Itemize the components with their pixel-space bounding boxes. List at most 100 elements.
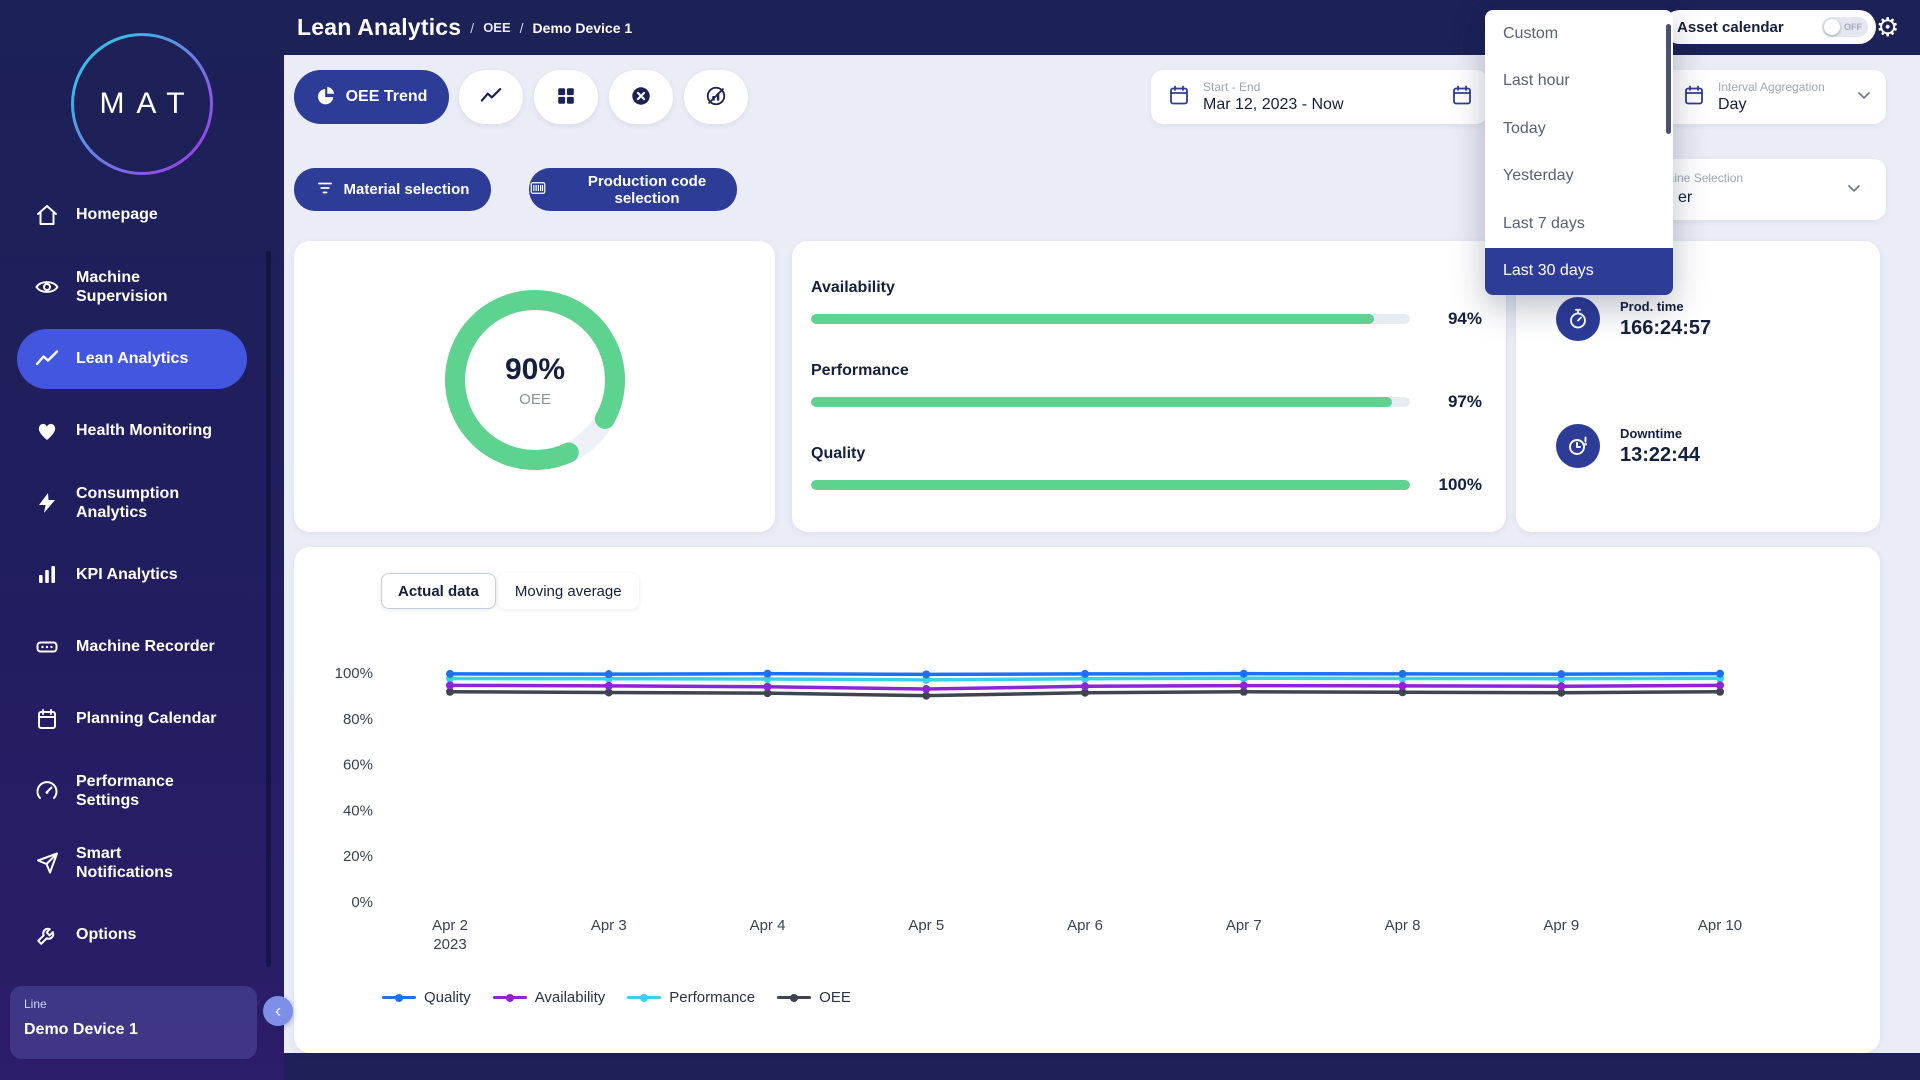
heart-icon	[34, 418, 60, 444]
page-title: Lean Analytics	[297, 14, 461, 41]
sidebar-item-label: KPI Analytics	[76, 565, 178, 584]
y-axis-tick: 20%	[343, 848, 373, 865]
tab-moving-average[interactable]: Moving average	[498, 573, 639, 609]
gauge-text: 90% OEE	[425, 270, 645, 490]
grid-icon	[555, 85, 577, 110]
sidebar-item-label: Health Monitoring	[76, 421, 212, 440]
interval-value: Day	[1718, 96, 1842, 114]
dropdown-option-last-hour[interactable]: Last hour	[1485, 58, 1673, 106]
calendar-icon	[1167, 83, 1191, 112]
series-point-availability	[922, 685, 930, 693]
production-code-selection-button[interactable]: Production code selection	[529, 168, 737, 211]
progress-fill	[811, 397, 1392, 407]
material-selection-button[interactable]: Material selection	[294, 168, 491, 211]
calendar-icon	[34, 706, 60, 732]
no-data-chart-button[interactable]	[684, 70, 748, 124]
y-axis-tick: 60%	[343, 757, 373, 774]
metric-bar-row: 100%	[811, 475, 1482, 495]
sidebar-item-consumption-analytics[interactable]: Consumption Analytics	[0, 467, 284, 539]
sidebar-item-performance-settings[interactable]: Performance Settings	[0, 755, 284, 827]
asset-calendar-toggle[interactable]: OFF	[1822, 17, 1868, 37]
breadcrumb-device[interactable]: Demo Device 1	[533, 20, 633, 36]
grid-view-button[interactable]	[534, 70, 598, 124]
brand-logo: MAT	[71, 33, 213, 175]
series-point-quality	[1557, 670, 1565, 678]
line-view-button[interactable]	[459, 70, 523, 124]
sidebar-item-label: Homepage	[76, 205, 158, 224]
calendar-interval-icon	[1682, 83, 1706, 112]
dropdown-option-custom[interactable]: Custom	[1485, 10, 1673, 58]
chevron-down-icon	[1854, 85, 1874, 110]
interval-aggregation-select[interactable]: Interval Aggregation Day	[1660, 70, 1886, 124]
sidebar-item-machine-recorder[interactable]: Machine Recorder	[0, 611, 284, 683]
dropdown-option-last-30-days[interactable]: Last 30 days	[1485, 248, 1673, 296]
legend-item-availability[interactable]: Availability	[493, 989, 606, 1006]
metric-value: 94%	[1424, 309, 1482, 329]
series-point-quality	[922, 670, 930, 678]
sidebar-item-kpi-analytics[interactable]: KPI Analytics	[0, 539, 284, 611]
downtime-label: Downtime	[1620, 426, 1700, 441]
oee-gauge-card: 90% OEE	[294, 241, 775, 532]
device-card-label: Line	[24, 997, 243, 1011]
device-card-name: Demo Device 1	[24, 1021, 243, 1039]
prod-time-label: Prod. time	[1620, 299, 1711, 314]
metric-value: 100%	[1424, 475, 1482, 495]
bar-chart-icon	[34, 562, 60, 588]
wrench-icon	[34, 922, 60, 948]
dropdown-option-today[interactable]: Today	[1485, 105, 1673, 153]
downtime-clock-icon	[1556, 424, 1600, 468]
x-axis-tick: Apr 5	[908, 917, 944, 934]
x-axis-tick: Apr 7	[1226, 917, 1262, 934]
series-point-quality	[1240, 670, 1248, 678]
legend-item-performance[interactable]: Performance	[627, 989, 755, 1006]
dropdown-scrollbar[interactable]	[1666, 24, 1671, 134]
pie-chart-icon	[316, 85, 336, 110]
sidebar-item-label: Machine Supervision	[76, 268, 218, 306]
dropdown-option-last-7-days[interactable]: Last 7 days	[1485, 200, 1673, 248]
legend-item-quality[interactable]: Quality	[382, 989, 471, 1006]
trend-line-icon	[480, 85, 502, 110]
machine-selection-value: er	[1678, 189, 1692, 207]
chevron-down-icon	[1844, 178, 1864, 203]
chart-tabs: Actual data Moving average	[381, 573, 639, 609]
settings-gear-icon[interactable]: ⚙	[1876, 11, 1899, 43]
breadcrumb-section[interactable]: OEE	[483, 20, 510, 35]
sidebar-item-homepage[interactable]: Homepage	[0, 179, 284, 251]
sidebar-item-options[interactable]: Options	[0, 899, 284, 971]
sidebar-collapse-button[interactable]: ‹	[263, 996, 293, 1026]
progress-track	[811, 397, 1410, 407]
device-card[interactable]: Line Demo Device 1	[10, 986, 257, 1059]
sidebar-item-label: Lean Analytics	[76, 349, 188, 368]
sidebar-scrollbar[interactable]	[266, 251, 271, 967]
sidebar-item-lean-analytics[interactable]: Lean Analytics	[17, 329, 247, 389]
sidebar-item-label: Machine Recorder	[76, 637, 215, 656]
legend-item-oee[interactable]: OEE	[777, 989, 851, 1006]
sidebar-item-machine-supervision[interactable]: Machine Supervision	[0, 251, 284, 323]
date-range-picker[interactable]: Start - End Mar 12, 2023 - Now	[1151, 70, 1488, 124]
metric-bars: Availability94%Performance97%Quality100%	[811, 279, 1482, 495]
sidebar-item-smart-notifications[interactable]: Smart Notifications	[0, 827, 284, 899]
sidebar-item-planning-calendar[interactable]: Planning Calendar	[0, 683, 284, 755]
sidebar-item-label: Smart Notifications	[76, 844, 218, 882]
dropdown-option-yesterday[interactable]: Yesterday	[1485, 153, 1673, 201]
x-axis-tick: Apr 9	[1543, 917, 1579, 934]
x-axis-tick: Apr 6	[1067, 917, 1103, 934]
send-icon	[34, 850, 60, 876]
tab-actual-data[interactable]: Actual data	[381, 573, 496, 609]
progress-fill	[811, 314, 1374, 324]
sidebar-item-health-monitoring[interactable]: Health Monitoring	[0, 395, 284, 467]
close-circle-button[interactable]	[609, 70, 673, 124]
date-range-label: Start - End	[1203, 80, 1438, 94]
oee-trend-button[interactable]: OEE Trend	[294, 70, 449, 124]
series-point-availability	[764, 683, 772, 691]
series-point-quality	[1081, 670, 1089, 678]
asset-calendar-control: Asset calendar OFF	[1663, 10, 1876, 44]
app-root: Lean Analytics / OEE / Demo Device 1 Ass…	[0, 0, 1920, 1080]
legend-label: Availability	[535, 989, 606, 1006]
metric-performance: Performance97%	[811, 362, 1482, 412]
calendar-icon[interactable]	[1450, 83, 1474, 112]
prod-time-row: Prod. time 166:24:57	[1556, 297, 1711, 341]
series-point-quality	[1716, 670, 1724, 678]
series-point-quality	[1399, 670, 1407, 678]
x-axis-tick: 2023	[433, 936, 466, 953]
